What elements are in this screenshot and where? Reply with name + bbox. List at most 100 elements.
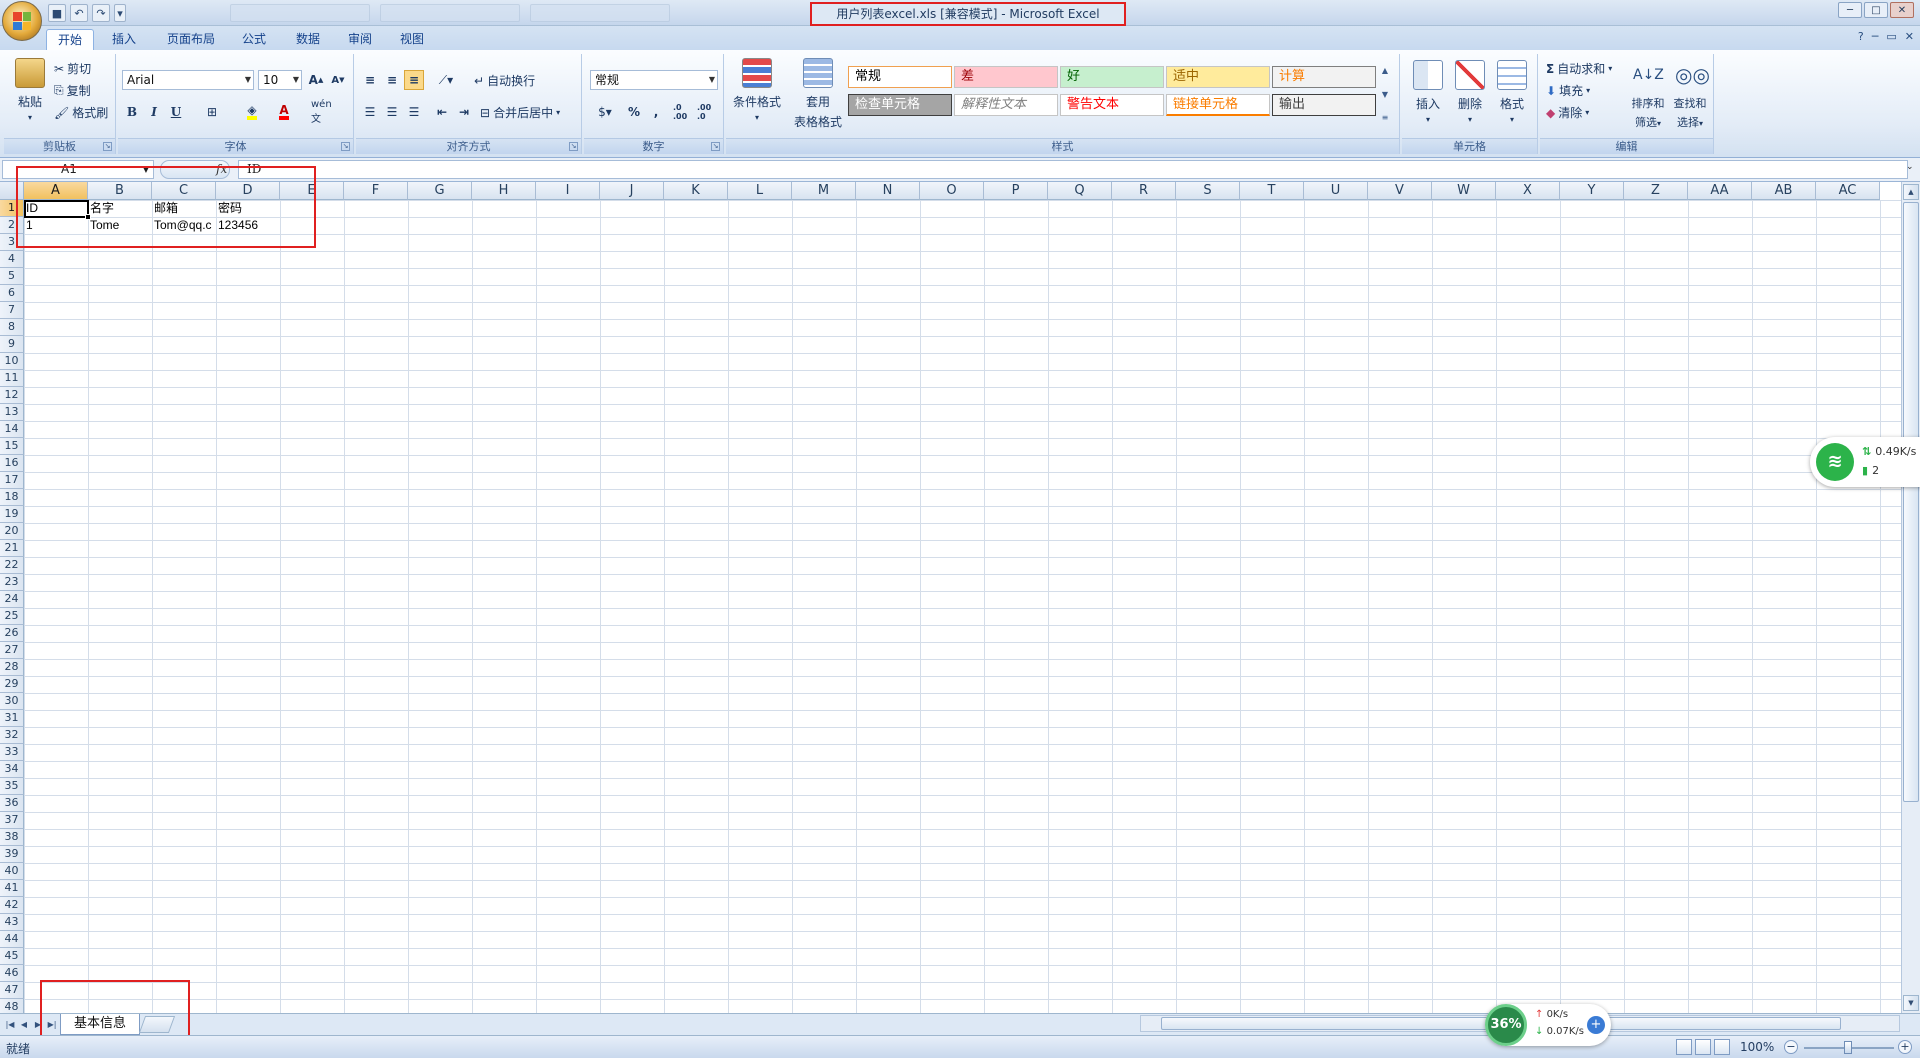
row-header-33[interactable]: 33 xyxy=(0,744,24,761)
close-icon[interactable]: ✕ xyxy=(1890,2,1914,18)
first-sheet-icon[interactable]: |◀ xyxy=(4,1018,16,1032)
row-header-24[interactable]: 24 xyxy=(0,591,24,608)
row-header-35[interactable]: 35 xyxy=(0,778,24,795)
wrap-text-button[interactable]: ↵ 自动换行 xyxy=(474,72,535,89)
cell-style-9[interactable]: 输出 xyxy=(1272,94,1376,116)
tab-home[interactable]: 开始 xyxy=(46,29,94,50)
column-header-r[interactable]: R xyxy=(1112,182,1176,200)
ribbon-minimize-icon[interactable]: ─ xyxy=(1872,30,1879,43)
column-header-aa[interactable]: AA xyxy=(1688,182,1752,200)
page-layout-view-icon[interactable] xyxy=(1695,1039,1711,1055)
align-bottom-icon[interactable]: ≡ xyxy=(404,70,424,90)
vertical-scroll-thumb[interactable] xyxy=(1903,202,1919,802)
clipboard-launcher-icon[interactable]: ↘ xyxy=(103,142,112,151)
font-launcher-icon[interactable]: ↘ xyxy=(341,142,350,151)
decrease-decimal-button[interactable]: .00 .0 xyxy=(696,102,718,122)
cell-style-1[interactable]: 差 xyxy=(954,66,1058,88)
normal-view-icon[interactable] xyxy=(1676,1039,1692,1055)
column-header-j[interactable]: J xyxy=(600,182,664,200)
font-color-icon[interactable]: A xyxy=(274,102,294,122)
column-header-t[interactable]: T xyxy=(1240,182,1304,200)
increase-decimal-button[interactable]: .0 .00 xyxy=(672,102,694,122)
row-header-7[interactable]: 7 xyxy=(0,302,24,319)
column-header-v[interactable]: V xyxy=(1368,182,1432,200)
format-cells-button[interactable]: 格式 ▾ xyxy=(1494,60,1530,124)
number-launcher-icon[interactable]: ↘ xyxy=(711,142,720,151)
format-as-table-button[interactable]: 套用 表格格式 xyxy=(786,58,850,130)
row-header-28[interactable]: 28 xyxy=(0,659,24,676)
column-header-g[interactable]: G xyxy=(408,182,472,200)
insert-function-icon[interactable]: fx xyxy=(216,162,227,176)
row-header-48[interactable]: 48 xyxy=(0,999,24,1013)
shrink-font-button[interactable]: A ▼ xyxy=(328,70,348,90)
column-header-x[interactable]: X xyxy=(1496,182,1560,200)
column-header-h[interactable]: H xyxy=(472,182,536,200)
gallery-down-icon[interactable]: ▼ xyxy=(1382,90,1388,99)
format-painter-button[interactable]: 🖌 格式刷 xyxy=(54,104,108,121)
column-header-w[interactable]: W xyxy=(1432,182,1496,200)
gallery-scroll[interactable]: ▲ ▼ ≡ xyxy=(1378,66,1392,122)
select-all-button[interactable] xyxy=(0,182,24,200)
row-header-38[interactable]: 38 xyxy=(0,829,24,846)
tab-formulas[interactable]: 公式 xyxy=(230,29,278,50)
ribbon-close-icon[interactable]: ✕ xyxy=(1905,30,1914,43)
page-break-view-icon[interactable] xyxy=(1714,1039,1730,1055)
delete-cells-button[interactable]: 删除 ▾ xyxy=(1452,60,1488,124)
row-header-16[interactable]: 16 xyxy=(0,455,24,472)
row-header-2[interactable]: 2 xyxy=(0,217,24,234)
row-header-23[interactable]: 23 xyxy=(0,574,24,591)
row-header-14[interactable]: 14 xyxy=(0,421,24,438)
cell-style-0[interactable]: 常规 xyxy=(848,66,952,88)
row-header-22[interactable]: 22 xyxy=(0,557,24,574)
cell-d2[interactable]: 123456 xyxy=(216,217,280,234)
underline-button[interactable]: U xyxy=(166,102,186,122)
zoom-out-icon[interactable]: − xyxy=(1784,1040,1798,1054)
next-sheet-icon[interactable]: ▶ xyxy=(32,1018,44,1032)
insert-sheet-icon[interactable] xyxy=(138,1016,176,1033)
find-select-button[interactable]: ◎◎ 查找和 选择▾ xyxy=(1670,60,1710,130)
phonetic-button[interactable]: wén 文 xyxy=(310,99,344,125)
row-header-39[interactable]: 39 xyxy=(0,846,24,863)
row-header-8[interactable]: 8 xyxy=(0,319,24,336)
cell-style-6[interactable]: 解释性文本 xyxy=(954,94,1058,116)
maximize-icon[interactable]: □ xyxy=(1864,2,1888,18)
row-header-25[interactable]: 25 xyxy=(0,608,24,625)
active-cell-outline[interactable] xyxy=(24,200,89,218)
speed-booster-widget[interactable]: 36% ↑ 0K/s ↓ 0.07K/s + xyxy=(1485,1004,1611,1046)
column-header-k[interactable]: K xyxy=(664,182,728,200)
number-format-select[interactable]: 常规 ▼ xyxy=(590,70,718,90)
row-header-37[interactable]: 37 xyxy=(0,812,24,829)
fill-handle[interactable] xyxy=(85,214,91,220)
column-header-i[interactable]: I xyxy=(536,182,600,200)
column-header-ac[interactable]: AC xyxy=(1816,182,1880,200)
column-header-d[interactable]: D xyxy=(216,182,280,200)
tab-data[interactable]: 数据 xyxy=(284,29,332,50)
row-header-20[interactable]: 20 xyxy=(0,523,24,540)
name-box[interactable]: A1 ▼ xyxy=(2,160,154,179)
row-header-42[interactable]: 42 xyxy=(0,897,24,914)
column-header-y[interactable]: Y xyxy=(1560,182,1624,200)
tab-view[interactable]: 视图 xyxy=(388,29,436,50)
column-header-c[interactable]: C xyxy=(152,182,216,200)
zoom-level[interactable]: 100% xyxy=(1740,1040,1774,1054)
grow-font-button[interactable]: A ▲ xyxy=(306,70,326,90)
fill-button[interactable]: ⬇ 填充 ▾ xyxy=(1546,82,1590,99)
row-header-26[interactable]: 26 xyxy=(0,625,24,642)
cell-style-7[interactable]: 警告文本 xyxy=(1060,94,1164,116)
row-header-46[interactable]: 46 xyxy=(0,965,24,982)
prev-sheet-icon[interactable]: ◀ xyxy=(18,1018,30,1032)
row-header-4[interactable]: 4 xyxy=(0,251,24,268)
column-header-a[interactable]: A xyxy=(24,182,88,200)
column-header-f[interactable]: F xyxy=(344,182,408,200)
cell-d1[interactable]: 密码 xyxy=(216,200,280,217)
merge-center-button[interactable]: ⊟ 合并后居中 ▾ xyxy=(480,104,560,121)
tab-insert[interactable]: 插入 xyxy=(98,29,150,50)
comma-button[interactable]: , xyxy=(646,102,666,122)
tab-review[interactable]: 审阅 xyxy=(336,29,384,50)
cell-c2[interactable]: Tom@qq.c xyxy=(152,217,216,234)
ribbon-restore-icon[interactable]: ▭ xyxy=(1886,30,1896,43)
formula-input[interactable]: ID xyxy=(238,160,1908,179)
insert-cells-button[interactable]: 插入 ▾ xyxy=(1410,60,1446,124)
row-header-29[interactable]: 29 xyxy=(0,676,24,693)
column-header-z[interactable]: Z xyxy=(1624,182,1688,200)
